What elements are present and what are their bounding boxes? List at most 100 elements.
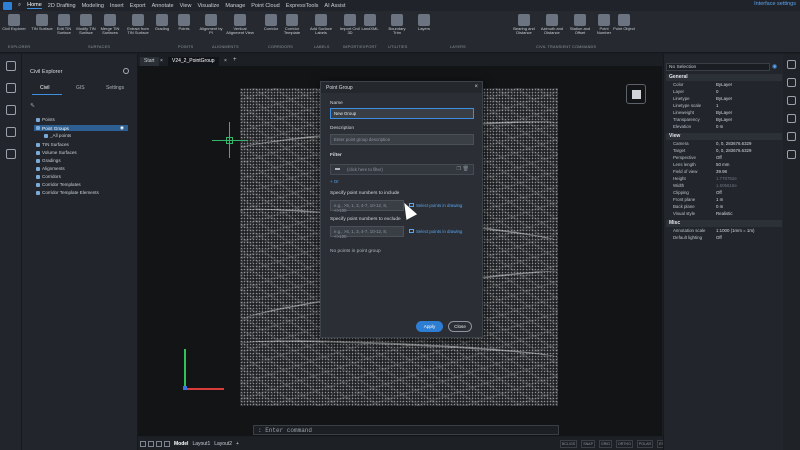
- add-layout-icon[interactable]: +: [236, 441, 239, 447]
- landxml-button[interactable]: LandXML: [358, 14, 382, 31]
- menu-manage[interactable]: Manage: [225, 3, 245, 9]
- section-misc[interactable]: Misc: [666, 220, 782, 227]
- prop-row[interactable]: Transparency ByLayer: [666, 117, 782, 124]
- prop-row[interactable]: Lens length 50 mm: [666, 162, 782, 169]
- tree-item-points[interactable]: Points: [36, 117, 55, 122]
- doc-tab-start[interactable]: Start: [140, 57, 159, 66]
- menu-point-cloud[interactable]: Point Cloud: [251, 3, 279, 9]
- app-logo-icon[interactable]: [3, 1, 12, 10]
- prop-row[interactable]: Front plane 1 m: [666, 197, 782, 204]
- civil-panel-icon[interactable]: [6, 105, 16, 115]
- search-icon[interactable]: [123, 68, 129, 74]
- menu-insert[interactable]: Insert: [110, 3, 124, 9]
- tree-item-gradings[interactable]: Gradings: [36, 158, 61, 163]
- include-select-link[interactable]: Select points in drawing: [409, 203, 462, 208]
- new-tab-icon[interactable]: +: [233, 57, 237, 63]
- alignment-by-pi-button[interactable]: Alignment by PI: [199, 14, 223, 36]
- menu-view[interactable]: View: [180, 3, 192, 9]
- tree-item-point-groups[interactable]: Point Groups ◉: [34, 125, 128, 131]
- tab-settings[interactable]: Settings: [106, 85, 124, 91]
- tree-item-corridors[interactable]: Corridors: [36, 174, 61, 179]
- prop-row[interactable]: Linetype ByLayer: [666, 96, 782, 103]
- viewcube-face[interactable]: [632, 90, 641, 99]
- add-surface-labels-button[interactable]: Add Surface Labels: [309, 14, 333, 36]
- prop-row[interactable]: Field of view 39.98: [666, 169, 782, 176]
- apply-button[interactable]: Apply: [416, 321, 443, 332]
- points-button[interactable]: Points: [172, 14, 196, 31]
- cursor-select-icon[interactable]: ⇖: [30, 102, 35, 109]
- exclude-input[interactable]: e.g., >5, 1, 3, 4-7, 10-12, 8, <>100: [330, 226, 404, 239]
- tab-gis[interactable]: GIS: [76, 85, 85, 91]
- prop-row[interactable]: Clipping Off: [666, 190, 782, 197]
- prop-row[interactable]: Lineweight ByLayer: [666, 110, 782, 117]
- prop-row[interactable]: Camera 0, 0, 283676.6329: [666, 141, 782, 148]
- structure-icon[interactable]: [6, 149, 16, 159]
- menu-2d-drafting[interactable]: 2D Drafting: [48, 3, 76, 9]
- azimuth-distance-button[interactable]: Azimuth and Distance: [540, 14, 564, 36]
- menu-expresstools[interactable]: ExpressTools: [286, 3, 319, 9]
- prop-row[interactable]: Color ByLayer: [666, 82, 782, 89]
- viewcube-icon[interactable]: [626, 84, 646, 104]
- tree-icon[interactable]: [787, 132, 796, 141]
- merge-tin-surfaces-button[interactable]: Merge TIN Surfaces: [98, 14, 122, 36]
- section-view[interactable]: View: [666, 133, 782, 140]
- status-toggle[interactable]: BCL/GS: [560, 440, 578, 448]
- prop-row[interactable]: Elevation 0 m: [666, 124, 782, 131]
- status-toggle[interactable]: POLAR: [636, 440, 654, 448]
- close-icon[interactable]: ×: [474, 84, 478, 90]
- menu-ai-assist[interactable]: AI Assist: [324, 3, 345, 9]
- prop-row[interactable]: Width 1.605615e: [666, 183, 782, 190]
- section-general[interactable]: General: [666, 74, 782, 81]
- menu-annotate[interactable]: Annotate: [152, 3, 174, 9]
- settings-sliders-icon[interactable]: [787, 78, 796, 87]
- delete-icon[interactable]: 🗑: [463, 166, 469, 172]
- selection-dropdown[interactable]: No Selection: [666, 63, 770, 71]
- civil-icon[interactable]: [787, 96, 796, 105]
- corridor-template-button[interactable]: Corridor Template: [280, 14, 304, 36]
- tab-model[interactable]: Model: [174, 441, 188, 447]
- station-offset-button[interactable]: Station and Offset: [568, 14, 592, 36]
- description-input[interactable]: Enter point group description: [330, 134, 474, 145]
- balloon-icon[interactable]: [6, 83, 16, 93]
- prop-row[interactable]: Linetype scale 1: [666, 103, 782, 110]
- prop-row[interactable]: Height 1.778752e: [666, 176, 782, 183]
- bearing-distance-button[interactable]: Bearing and Distance: [512, 14, 536, 36]
- prop-row[interactable]: Default lighting Off: [666, 235, 782, 242]
- tab-layout1[interactable]: Layout1: [192, 441, 210, 447]
- prop-row[interactable]: Annotation scale 1:1000 (1mm = 1m): [666, 228, 782, 235]
- modify-tin-surface-button[interactable]: Modify TIN Surface: [74, 14, 98, 36]
- status-toggle[interactable]: GRID: [598, 440, 612, 448]
- menu-visualize[interactable]: Visualize: [197, 3, 219, 9]
- tab-civil[interactable]: Civil: [40, 85, 49, 91]
- prop-row[interactable]: Visual style Realistic: [666, 211, 782, 218]
- civil-explorer-button[interactable]: Civil Explorer: [2, 14, 26, 31]
- tree-item-corridor-templates[interactable]: Corridor Templates: [36, 182, 81, 187]
- menu-search-icon[interactable]: ⌕: [18, 2, 21, 9]
- boundary-trim-button[interactable]: Boundary Trim: [385, 14, 409, 36]
- command-line[interactable]: : Enter command: [253, 425, 559, 435]
- layers-button[interactable]: Layers: [412, 14, 436, 31]
- last-layout-icon[interactable]: [164, 440, 170, 447]
- tree-item-alignments[interactable]: Alignments: [36, 166, 65, 171]
- tree-item-all-points[interactable]: _All points: [44, 133, 71, 138]
- prop-row[interactable]: Layer 0: [666, 89, 782, 96]
- layers-icon[interactable]: [787, 114, 796, 123]
- status-toggle[interactable]: SNAP: [581, 440, 595, 448]
- filter-field[interactable]: (click here to filter) ❐ 🗑: [330, 164, 474, 175]
- add-or-link[interactable]: + Or: [330, 179, 339, 184]
- first-layout-icon[interactable]: [140, 440, 146, 447]
- prop-row[interactable]: Back plane 0 m: [666, 204, 782, 211]
- doc-tab-pointgroup[interactable]: V24_2_PointGroup: [168, 57, 219, 66]
- copy-icon[interactable]: ❐: [457, 166, 461, 172]
- tab-layout2[interactable]: Layout2: [214, 441, 232, 447]
- menu-modeling[interactable]: Modeling: [82, 3, 104, 9]
- close-tab-icon[interactable]: ×: [224, 58, 227, 64]
- interface-settings-link[interactable]: Interface settings: [754, 1, 796, 7]
- eye-icon[interactable]: ◉: [772, 63, 777, 70]
- vertical-alignment-view-button[interactable]: Vertical Alignment View: [225, 14, 255, 36]
- grading-button[interactable]: Grading: [150, 14, 174, 31]
- include-input[interactable]: e.g., >5, 1, 3, 4-7, 10-12, 8, <>100: [330, 200, 404, 213]
- point-object-button[interactable]: Point Object: [612, 14, 636, 31]
- tin-surface-button[interactable]: TIN Surface: [30, 14, 54, 31]
- exclude-select-link[interactable]: Select points in drawing: [409, 229, 462, 234]
